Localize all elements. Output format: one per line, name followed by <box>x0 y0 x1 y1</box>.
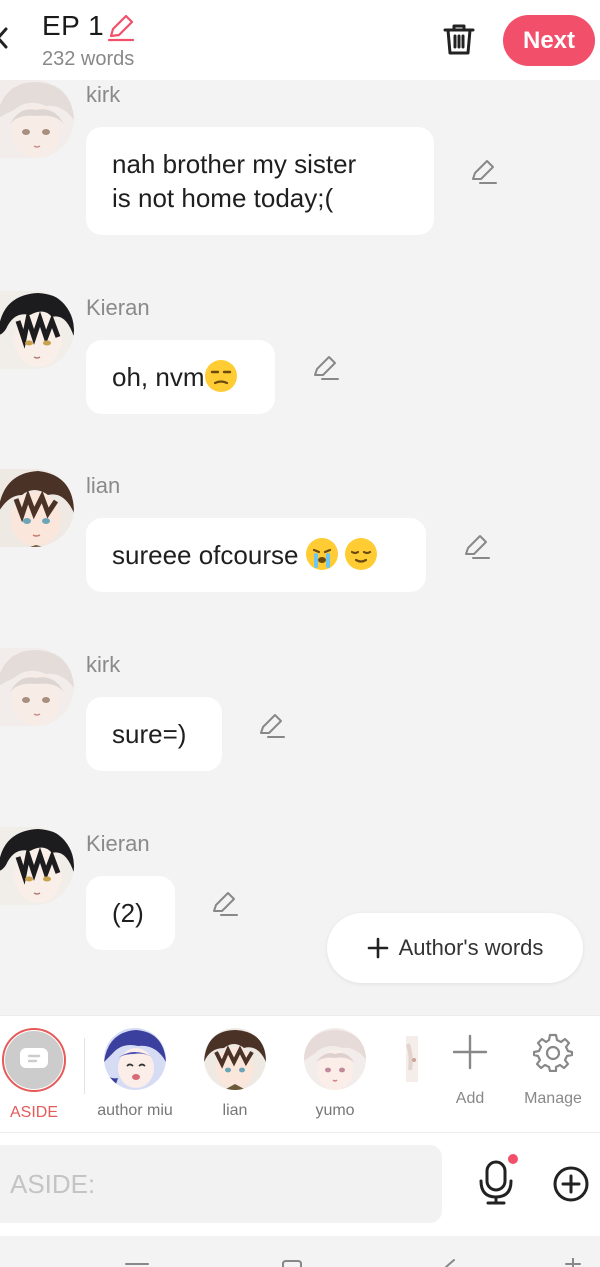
message-bubble[interactable]: nah brother my sister is not home today;… <box>86 127 434 235</box>
character-lian[interactable]: lian <box>195 1028 275 1120</box>
back-chevron-icon[interactable] <box>0 26 10 50</box>
plus-icon <box>367 937 388 959</box>
avatar <box>104 1028 166 1090</box>
speaker-name: Kieran <box>86 295 150 320</box>
authors-words-label: Author's words <box>398 935 544 960</box>
edit-message-icon[interactable] <box>461 532 491 562</box>
message-text: (2) <box>112 898 144 928</box>
sparkle-icon[interactable] <box>560 1258 586 1267</box>
edit-message-icon[interactable] <box>468 157 498 187</box>
speaker-name: kirk <box>86 652 121 677</box>
avatar-kirk[interactable] <box>0 648 74 726</box>
trash-icon[interactable] <box>440 20 478 58</box>
bottom-toolbar <box>0 1236 600 1267</box>
gear-icon <box>533 1033 573 1072</box>
unamused-face-emoji-icon <box>204 360 237 392</box>
episode-title[interactable]: EP 1 <box>42 10 104 42</box>
character-yumo[interactable]: yumo <box>295 1028 375 1120</box>
message-bubble[interactable]: oh, nvm <box>86 340 275 414</box>
avatar-kirk[interactable] <box>0 80 74 158</box>
aside-message-input[interactable] <box>0 1145 442 1223</box>
edit-message-icon[interactable] <box>209 889 239 919</box>
microphone-icon[interactable] <box>476 1159 516 1205</box>
brush-icon[interactable] <box>440 1258 460 1267</box>
edit-message-icon[interactable] <box>310 353 340 383</box>
speaker-name: kirk <box>86 82 121 107</box>
avatar-kieran[interactable] <box>0 827 74 905</box>
avatar <box>304 1028 366 1090</box>
add-label: Add <box>455 1090 485 1107</box>
word-count: 232 words <box>42 48 135 70</box>
speaker-name: lian <box>86 473 121 498</box>
message-bubble[interactable]: (2) <box>86 876 175 950</box>
add-circle-icon[interactable] <box>552 1165 590 1203</box>
character-aside[interactable]: ASIDE <box>0 1028 74 1122</box>
speaker-name: Kieran <box>86 831 150 856</box>
aside-avatar <box>2 1028 66 1092</box>
message-text-line: nah brother my sister <box>112 149 357 179</box>
character-author-miu[interactable]: author miu <box>95 1028 175 1120</box>
manage-characters-button[interactable]: Manage <box>513 1032 593 1108</box>
message-input-area <box>0 1132 600 1236</box>
message-text: sureee ofcourse <box>112 540 306 570</box>
message-text-line: is not home today;( <box>112 183 334 213</box>
avatar-lian[interactable] <box>0 469 74 547</box>
character-name: ASIDE <box>9 1104 58 1121</box>
relieved-face-emoji-icon <box>344 538 377 570</box>
editor-header: EP 1 232 words Next <box>0 0 600 80</box>
avatar-kieran[interactable] <box>0 291 74 369</box>
character-selector-bar: ASIDE author miu lian yumo Add Manage <box>0 1015 600 1132</box>
image-icon[interactable] <box>280 1258 304 1267</box>
character-name: lian <box>222 1102 248 1119</box>
character-name: yumo <box>315 1102 355 1119</box>
crying-face-emoji-icon <box>305 538 338 570</box>
avatar <box>204 1028 266 1090</box>
divider <box>84 1038 85 1094</box>
add-character-button[interactable]: Add <box>430 1032 510 1108</box>
message-text: sure=) <box>112 719 187 749</box>
speech-bubble-icon <box>20 1048 48 1068</box>
authors-words-button[interactable]: Author's words <box>327 913 583 983</box>
character-partial-avatar[interactable] <box>406 1036 418 1082</box>
manage-label: Manage <box>524 1090 582 1107</box>
edit-message-icon[interactable] <box>256 711 286 741</box>
message-bubble[interactable]: sureee ofcourse <box>86 518 426 592</box>
message-text: oh, nvm <box>112 362 205 392</box>
message-bubble[interactable]: sure=) <box>86 697 222 771</box>
character-name: author miu <box>97 1102 173 1119</box>
next-button[interactable]: Next <box>503 15 595 66</box>
notification-dot <box>508 1154 518 1164</box>
list-icon[interactable] <box>124 1258 150 1267</box>
pencil-icon[interactable] <box>106 12 136 42</box>
plus-icon <box>452 1034 488 1070</box>
